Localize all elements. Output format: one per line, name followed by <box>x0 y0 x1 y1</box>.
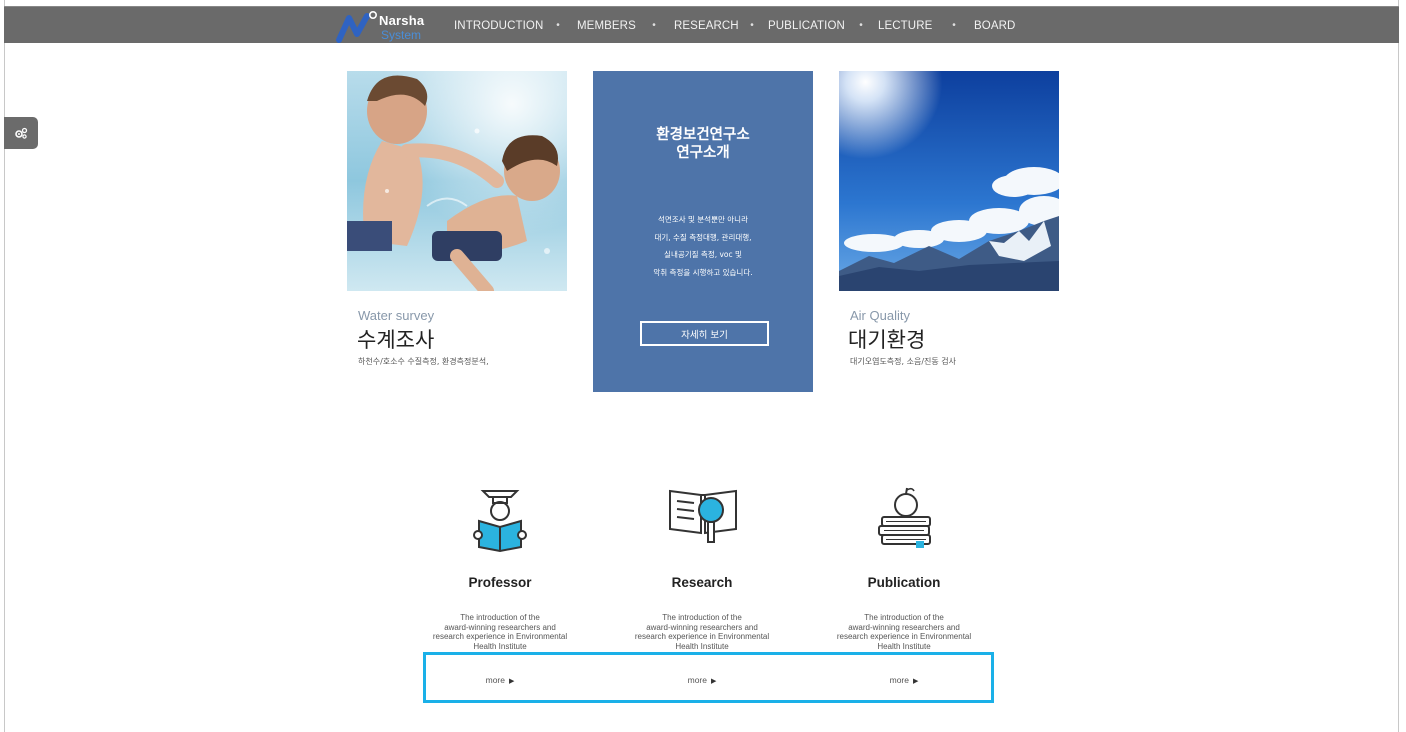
professor-reading-icon <box>473 490 527 553</box>
institute-intro-card: 환경보건연구소 연구소개 석면조사 및 분석뿐만 아니라 대기, 수질 측정대행… <box>593 71 813 392</box>
feature-desc-line: The introduction of the <box>460 613 540 622</box>
air-quality-subtitle: 대기오염도측정, 소음/진동 검사 <box>850 357 957 366</box>
feature-desc-line: research experience in Environmental <box>634 632 770 641</box>
feature-desc-line: The introduction of the <box>864 613 944 622</box>
feature-desc-line: Health Institute <box>675 641 729 651</box>
feature-desc-line: The introduction of the <box>662 613 742 622</box>
more-links-highlight-box <box>423 652 994 703</box>
air-quality-title-en: Air Quality <box>850 308 910 323</box>
feature-desc-line: research experience in Environmental <box>432 632 568 641</box>
top-navigation-bar: Narsha System INTRODUCTION • MEMBERS • R… <box>4 6 1399 43</box>
feature-desc-line: award-winning researchers and <box>444 622 556 632</box>
institute-intro-desc-line: 악취 측정을 시행하고 있습니다. <box>653 267 753 277</box>
air-quality-title-ko: 대기환경 <box>848 328 926 352</box>
logo-text-primary: Narsha <box>379 13 425 28</box>
books-apple-icon <box>878 487 931 548</box>
nav-separator: • <box>652 20 656 31</box>
institute-intro-desc-line: 실내공기질 측정, voc 및 <box>664 250 742 259</box>
institute-intro-title: 환경보건연구소 연구소개 <box>593 126 813 162</box>
nav-item-publication[interactable]: PUBLICATION <box>768 20 845 32</box>
nav-item-lecture[interactable]: LECTURE <box>878 20 934 32</box>
feature-desc-research: The introduction of the award-winning re… <box>602 613 802 651</box>
water-survey-subtitle: 하천수/호소수 수질측정, 환경측정분석, <box>358 357 489 366</box>
logo-text-secondary: System <box>381 28 422 42</box>
feature-desc-line: Health Institute <box>877 641 931 651</box>
nav-item-research[interactable]: RESEARCH <box>674 20 739 32</box>
nav-item-board[interactable]: BOARD <box>974 20 1024 32</box>
book-magnifier-icon <box>669 489 737 543</box>
feature-desc-line: award-winning researchers and <box>646 622 758 632</box>
feature-desc-line: Health Institute <box>473 641 527 651</box>
nav-item-introduction[interactable]: INTRODUCTION <box>454 20 547 32</box>
main-menu: INTRODUCTION • MEMBERS • RESEARCH • PUBL… <box>454 7 1024 44</box>
site-logo[interactable]: Narsha System <box>335 10 435 43</box>
institute-intro-desc-line: 석면조사 및 분석뿐만 아니라 <box>658 215 748 224</box>
water-survey-image[interactable] <box>347 71 567 291</box>
institute-intro-desc-line: 대기, 수질 측정대행, 관리대행, <box>654 232 752 242</box>
feature-desc-line: award-winning researchers and <box>848 622 960 632</box>
water-survey-title-ko: 수계조사 <box>357 328 435 352</box>
air-quality-image[interactable] <box>839 71 1059 291</box>
feature-desc-professor: The introduction of the award-winning re… <box>400 613 600 651</box>
feature-title-research: Research <box>671 575 733 590</box>
institute-intro-description: 석면조사 및 분석뿐만 아니라 대기, 수질 측정대행, 관리대행, 실내공기질… <box>593 211 813 281</box>
gears-icon <box>15 127 28 139</box>
institute-intro-title-line1: 환경보건연구소 <box>656 127 750 143</box>
feature-desc-publication: The introduction of the award-winning re… <box>804 613 1004 651</box>
nav-separator: • <box>952 20 956 31</box>
water-survey-title-en: Water survey <box>358 308 435 323</box>
nav-separator: • <box>859 20 863 31</box>
institute-intro-title-line2: 연구소개 <box>676 145 730 161</box>
nav-separator: • <box>556 20 560 31</box>
children-swimming-illustration <box>347 71 567 291</box>
nav-separator: • <box>750 20 754 31</box>
feature-title-professor: Professor <box>468 575 532 590</box>
sky-mountains-illustration <box>839 71 1059 291</box>
feature-desc-line: research experience in Environmental <box>836 632 972 641</box>
nav-item-members[interactable]: MEMBERS <box>577 20 636 32</box>
feature-title-publication: Publication <box>867 575 941 590</box>
settings-side-tab[interactable] <box>4 117 38 149</box>
view-details-button[interactable]: 자세히 보기 <box>640 321 769 346</box>
narsha-logo-icon <box>336 10 377 43</box>
